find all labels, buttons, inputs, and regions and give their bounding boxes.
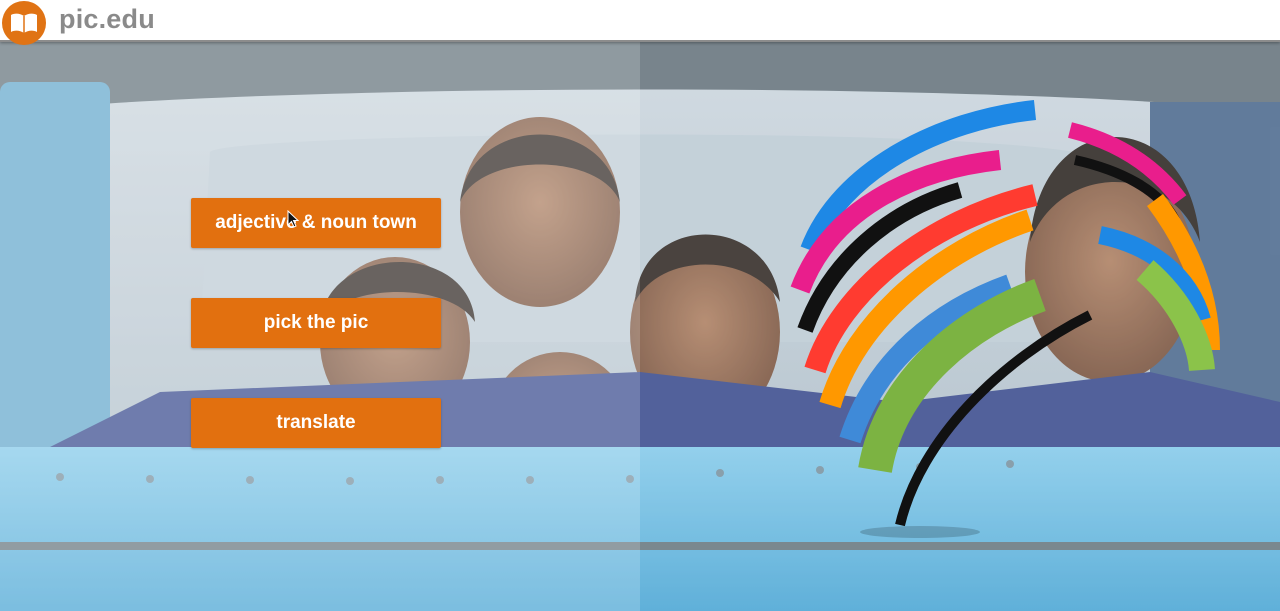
site-title[interactable]: pic.edu xyxy=(59,4,155,35)
translate-button[interactable]: translate xyxy=(191,398,441,448)
mouse-pointer-icon xyxy=(287,209,300,233)
open-book-icon[interactable] xyxy=(2,1,46,45)
striped-globe-logo-icon xyxy=(770,60,1230,545)
pick-the-pic-button[interactable]: pick the pic xyxy=(191,298,441,348)
adjective-noun-town-button[interactable]: adjective & noun town xyxy=(191,198,441,248)
app-window: pic.edu adjective & noun town pick the p… xyxy=(0,0,1280,611)
top-bar: pic.edu xyxy=(0,0,1280,45)
